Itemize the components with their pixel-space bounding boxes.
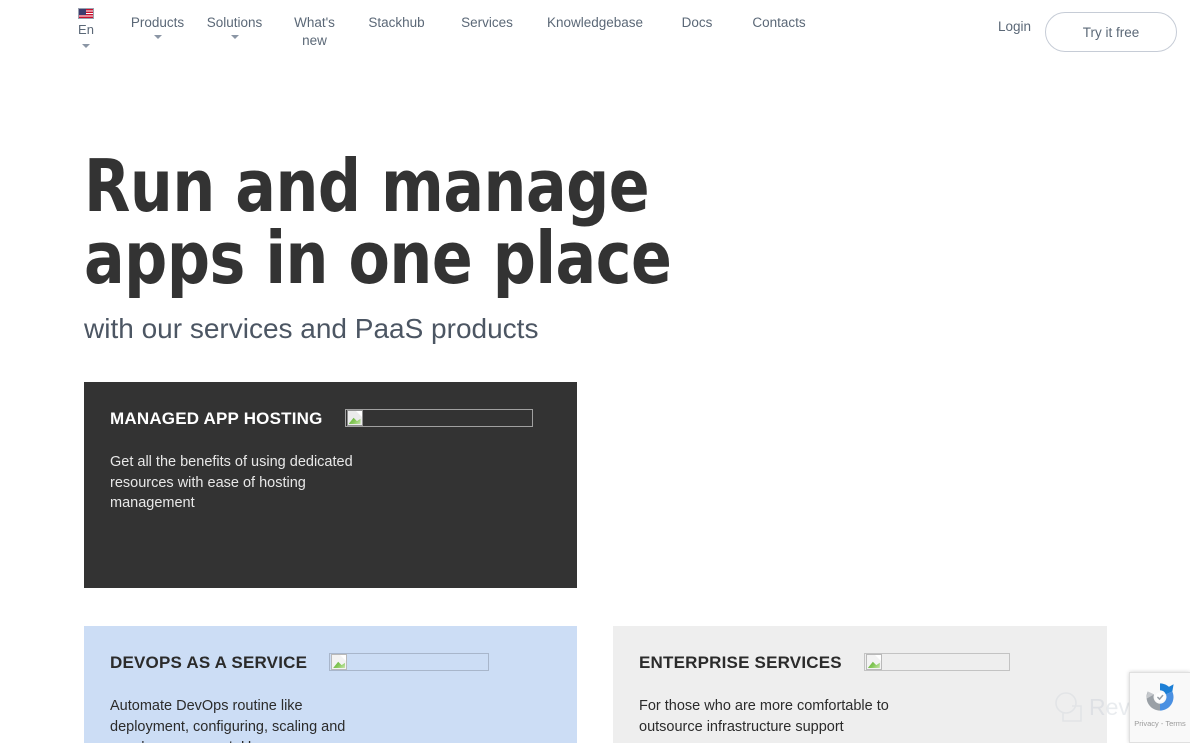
broken-image-glyph [331,654,348,670]
nav-item-products[interactable]: Products [125,14,190,39]
nav-item-solutions[interactable]: Solutions [190,14,279,39]
language-selector[interactable]: En [68,8,104,48]
card-title: DEVOPS AS A SERVICE [110,653,308,672]
nav-item-whats-new[interactable]: What's new [279,14,350,50]
hero-section: Run and manage apps in one place with ou… [84,150,784,346]
nav-item-label: What's new [294,15,335,48]
card-header: ENTERPRISE SERVICES [639,652,1081,674]
chevron-down-icon [82,44,90,48]
nav-item-services[interactable]: Services [443,14,531,32]
chevron-down-icon [153,35,162,39]
nav-item-docs[interactable]: Docs [659,14,735,32]
card-title: ENTERPRISE SERVICES [639,653,842,672]
chevron-down-icon [230,35,239,39]
broken-image-icon [863,653,1010,671]
card-description: For those who are more comfortable to ou… [639,698,889,735]
page-root: En Products Solutions What's new Stackhu… [0,0,1190,743]
broken-image-icon [344,409,533,427]
nav-item-label: Products [130,15,185,30]
nav-item-label: Docs [681,15,713,30]
recaptcha-terms-text[interactable]: Privacy - Terms [1134,719,1186,729]
nav-item-stackhub[interactable]: Stackhub [350,14,443,32]
nav-item-label: Knowledgebase [546,15,644,30]
page-title: Run and manage apps in one place [84,144,672,300]
card-header: DEVOPS AS A SERVICE [110,652,551,674]
top-navigation-bar: En Products Solutions What's new Stackhu… [0,0,1190,64]
page-subtitle: with our services and PaaS products [84,313,539,344]
nav-item-label: Solutions [206,15,263,30]
card-header: MANAGED APP HOSTING [110,408,551,430]
nav-item-label: Contacts [752,15,806,30]
broken-image-icon [329,653,490,671]
login-link[interactable]: Login [998,18,1031,36]
broken-image-glyph [346,410,363,426]
nav-item-knowledgebase[interactable]: Knowledgebase [531,14,659,32]
broken-image-glyph [865,654,882,670]
nav-item-contacts[interactable]: Contacts [735,14,823,32]
us-flag-icon [78,8,94,19]
nav-links: Products Solutions What's new Stackhub S… [125,14,823,50]
card-managed-app-hosting[interactable]: MANAGED APP HOSTING Get all the benefits… [84,382,577,588]
card-title: MANAGED APP HOSTING [110,409,323,428]
recaptcha-badge[interactable]: Privacy - Terms [1129,672,1190,743]
card-description: Get all the benefits of using dedicated … [110,454,353,511]
card-devops-as-a-service[interactable]: DEVOPS AS A SERVICE Automate DevOps rout… [84,626,577,743]
try-it-free-button[interactable]: Try it free [1045,12,1177,52]
nav-item-label: Services [461,15,513,30]
language-label: En [78,22,94,37]
card-description: Automate DevOps routine like deployment,… [110,698,346,743]
nav-item-label: Stackhub [368,15,425,30]
recaptcha-logo-icon [1143,680,1177,714]
card-enterprise-services[interactable]: ENTERPRISE SERVICES For those who are mo… [613,626,1107,743]
